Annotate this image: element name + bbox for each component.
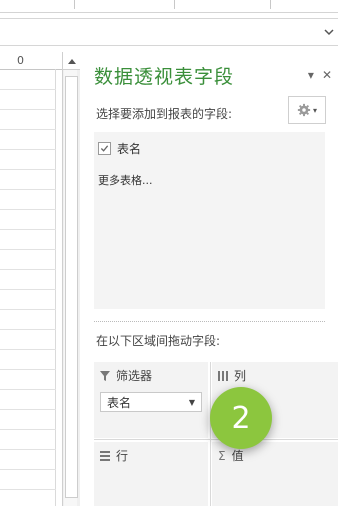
scroll-thumb[interactable] (65, 76, 78, 498)
worksheet-grid[interactable]: 0 (0, 52, 62, 506)
grid-row-line (0, 429, 56, 430)
grid-row-line (0, 249, 56, 250)
grid-row-line (0, 329, 56, 330)
grid-row-line (0, 129, 56, 130)
columns-icon (218, 370, 228, 381)
grid-row-line (0, 469, 56, 470)
pane-controls: ▾ ✕ (308, 68, 332, 82)
pane-title: 数据透视表字段 (94, 66, 235, 88)
grid-row-line (0, 409, 56, 410)
values-area-header: Σ 值 (218, 447, 244, 464)
scroll-up-button[interactable] (63, 52, 80, 70)
ribbon-divider (270, 0, 271, 9)
sigma-icon: Σ (218, 448, 226, 463)
chevron-down-icon (324, 29, 334, 36)
vertical-scrollbar[interactable] (62, 52, 81, 506)
rows-icon (100, 450, 110, 461)
more-tables-link[interactable]: 更多表格... (98, 172, 153, 188)
grid-row-line (0, 449, 56, 450)
grid-row-line (0, 349, 56, 350)
area-divider (94, 439, 338, 440)
filters-area[interactable]: 筛选器 表名 ▼ (94, 362, 208, 438)
rows-area-label: 行 (116, 449, 129, 463)
ribbon-strip (0, 0, 338, 13)
field-checkbox[interactable] (98, 142, 111, 155)
grid-row-line (0, 229, 56, 230)
ribbon-divider (74, 0, 75, 9)
grid-row-line (0, 369, 56, 370)
values-area[interactable]: Σ 值 (212, 442, 338, 506)
grid-row-line (0, 389, 56, 390)
drag-fields-label: 在以下区域间拖动字段: (96, 334, 221, 348)
column-header-label: 0 (17, 54, 24, 67)
grid-row-line (0, 189, 56, 190)
chevron-down-icon: ▾ (312, 105, 317, 115)
formula-bar-expand-button[interactable] (320, 19, 338, 45)
tools-button[interactable]: ▾ (288, 96, 326, 124)
field-list[interactable]: 表名 更多表格... (94, 132, 325, 309)
filters-area-label: 筛选器 (116, 369, 153, 383)
filter-field-pill[interactable]: 表名 ▼ (100, 392, 202, 412)
grid-row-line (0, 169, 56, 170)
formula-bar[interactable] (0, 18, 338, 46)
filter-icon (100, 370, 110, 381)
grid-column-line (55, 69, 56, 506)
pivot-field-pane: 数据透视表字段 ▾ ✕ 选择要添加到报表的字段: ▾ 表名 更多表格... 在以… (80, 52, 338, 506)
pane-options-dropdown[interactable]: ▾ (308, 68, 314, 82)
step-number-badge: 2 (210, 387, 272, 449)
scroll-up-arrow-icon (67, 58, 76, 64)
step-number: 2 (231, 400, 251, 436)
filters-area-header: 筛选器 (100, 367, 152, 384)
grid-row-line (0, 109, 56, 110)
grid-row-line (0, 209, 56, 210)
gear-icon (297, 103, 311, 117)
grid-row-line (0, 89, 56, 90)
columns-area-label: 列 (234, 369, 247, 383)
choose-fields-label: 选择要添加到报表的字段: (96, 107, 233, 121)
close-icon[interactable]: ✕ (322, 68, 332, 82)
values-area-label: 值 (231, 449, 244, 463)
grid-row-line (0, 269, 56, 270)
grid-row-line (0, 149, 56, 150)
field-label: 表名 (117, 142, 142, 156)
rows-area[interactable]: 行 (94, 442, 208, 506)
area-divider (210, 362, 211, 506)
field-item[interactable]: 表名 (98, 140, 141, 157)
column-header[interactable]: 0 (0, 52, 62, 70)
columns-area-header: 列 (218, 367, 246, 384)
grid-row-line (0, 289, 56, 290)
grid-row-line (0, 309, 56, 310)
dropdown-arrow-icon: ▼ (188, 397, 195, 407)
filter-field-pill-label: 表名 (107, 395, 132, 410)
checkmark-icon (100, 145, 109, 152)
pane-divider (94, 321, 325, 322)
rows-area-header: 行 (100, 447, 128, 464)
grid-row-line (0, 489, 56, 490)
ribbon-divider (174, 0, 175, 9)
